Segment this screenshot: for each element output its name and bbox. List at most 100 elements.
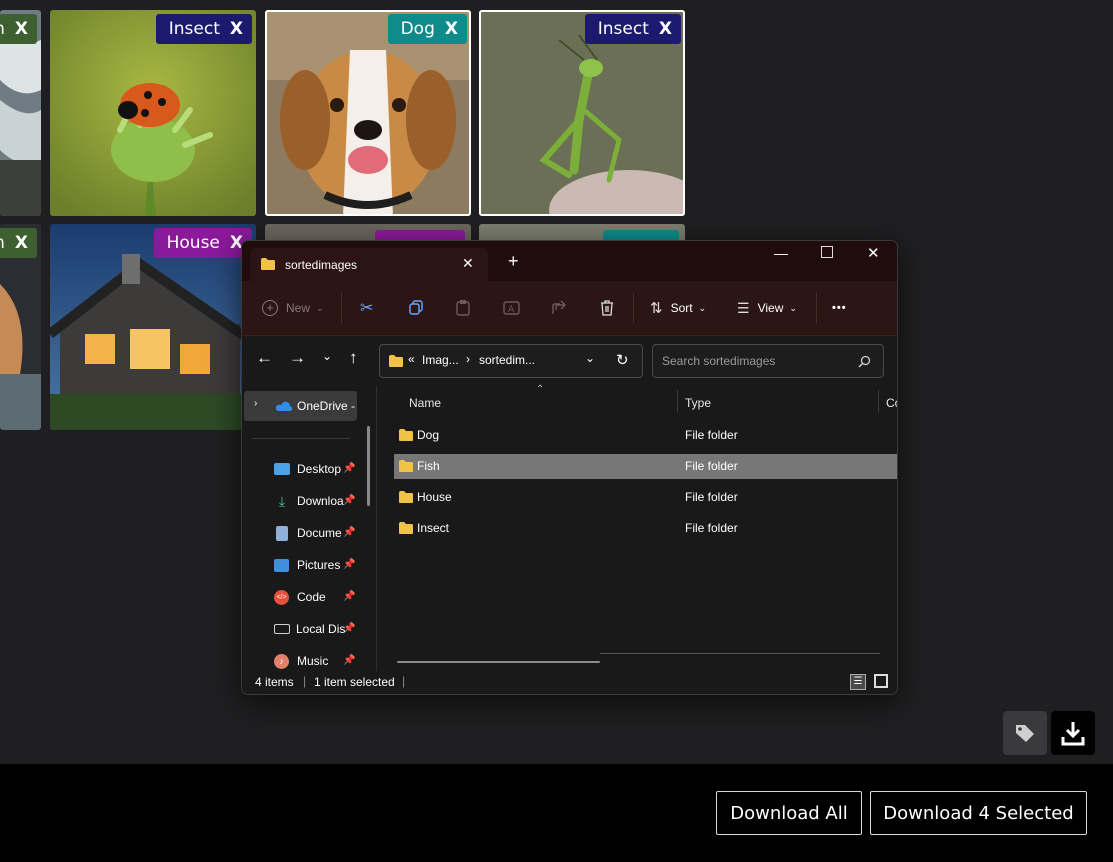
new-tab-button[interactable]: + [508,251,519,272]
chevron-down-icon: ⌄ [316,302,324,313]
breadcrumb-images[interactable]: Imag... [422,353,459,367]
sort-button[interactable]: ⇅ Sort ⌄ [650,281,706,335]
sidebar-item-code[interactable]: </> Code [274,587,326,607]
breadcrumb-sortedimages[interactable]: sortedim... [479,353,535,367]
file-type: File folder [685,459,738,473]
pin-icon: 📌 [343,463,356,474]
search-input[interactable]: Search sortedimages [662,354,775,368]
image-tile-fish-2[interactable]: hX [0,224,41,430]
address-bar[interactable]: « Imag... › sortedim... ⌄ ↻ [379,344,643,378]
nav-scrollbar[interactable] [367,426,370,506]
download-selected-button[interactable]: Download 4 Selected [870,791,1087,835]
pin-icon: 📌 [343,655,356,666]
remove-tag-button[interactable]: X [445,19,458,39]
close-window-icon[interactable]: ✕ [867,244,880,262]
paste-icon[interactable] [455,281,471,335]
download-button[interactable] [1051,711,1095,755]
close-tab-icon[interactable]: ✕ [462,255,474,272]
up-arrow-icon[interactable]: ↑ [349,348,358,368]
status-separator: | [402,674,406,688]
status-bar: 4 items | 1 item selected | ☰ [242,671,897,694]
navigation-row: ← → ⌄ ↑ « Imag... › sortedim... ⌄ ↻ Sear… [242,336,897,386]
folder-icon [399,460,413,472]
music-icon: ♪ [274,653,289,669]
folder-icon [389,355,403,367]
pin-icon: 📌 [343,623,356,634]
sort-ascending-icon: ⌃ [536,384,545,395]
breadcrumb-overflow[interactable]: « [408,352,415,366]
tag-badge: House X [153,228,252,258]
sidebar-item-desktop[interactable]: Desktop [274,459,341,479]
share-icon[interactable] [551,281,569,335]
remove-tag-button[interactable]: X [15,19,28,39]
folder-icon [399,522,413,534]
view-button[interactable]: ☰ View ⌄ [737,281,797,335]
see-more-button[interactable]: ••• [832,281,847,335]
sidebar-item-documents[interactable]: Docume [274,523,342,543]
tag-badge: hX [0,14,37,44]
chevron-right-icon: › [254,398,258,409]
sidebar-item-downloads[interactable]: ⤓ Downloa [274,491,344,511]
file-type: File folder [685,521,738,535]
sidebar-item-music[interactable]: ♪ Music [274,651,328,671]
image-tile-fish-1[interactable]: hX [0,10,41,216]
minimize-icon[interactable]: — [774,245,788,261]
file-explorer-window: sortedimages ✕ + — ✕ + New ⌄ ✂ A ⇅ Sort … [241,240,898,695]
code-icon: </> [274,589,289,605]
pictures-icon [274,558,289,572]
sidebar-item-onedrive[interactable]: › OneDrive - [244,391,357,421]
toolbar-separator [633,293,634,323]
tags-icon [1016,725,1034,742]
item-count: 4 items [255,675,294,689]
remove-tag-button[interactable]: X [230,19,243,39]
column-divider[interactable] [677,390,678,412]
forward-arrow-icon[interactable]: → [289,348,306,368]
file-row-fish[interactable]: Fish File folder [394,454,897,479]
file-row-dog[interactable]: Dog File folder [394,423,897,448]
tab-sortedimages[interactable]: sortedimages ✕ [250,248,488,281]
back-arrow-icon[interactable]: ← [256,348,273,368]
delete-icon[interactable] [599,281,615,335]
new-button[interactable]: + New ⌄ [262,281,324,335]
pin-icon: 📌 [343,559,356,570]
title-bar: sortedimages ✕ + — ✕ [242,241,897,281]
pane-divider[interactable] [376,386,377,671]
horizontal-scrollbar[interactable] [397,661,600,663]
file-row-house[interactable]: House File folder [394,485,897,510]
pin-icon: 📌 [343,495,356,506]
file-list: ⌃ Name Type Co Dog File folder Fish File… [380,384,897,671]
remove-tag-button[interactable]: X [15,233,28,253]
desktop-icon [274,463,290,475]
file-name: Fish [417,459,440,473]
remove-tag-button[interactable]: X [659,19,672,39]
recent-locations-chevron-icon[interactable]: ⌄ [322,349,332,363]
rename-icon[interactable]: A [503,281,521,335]
image-tile-ladybug[interactable]: Insect X [50,10,256,216]
image-tile-dog[interactable]: Dog X [265,10,471,216]
pin-icon: 📌 [343,527,356,538]
tiles-view-icon[interactable] [874,674,888,688]
refresh-icon[interactable]: ↻ [616,351,629,369]
folder-icon [399,491,413,503]
image-tile-mantis[interactable]: Insect X [479,10,685,216]
chevron-down-icon[interactable]: ⌄ [585,351,595,365]
cut-icon[interactable]: ✂ [360,281,373,335]
copy-icon[interactable] [408,281,424,335]
sort-icon: ⇅ [650,300,663,317]
details-view-icon[interactable]: ☰ [850,674,866,690]
column-header-type[interactable]: Type [685,396,711,410]
sidebar-item-local-disk[interactable]: Local Dis [274,619,345,639]
column-header-extra[interactable]: Co [886,396,897,410]
tag-badge: Insect X [584,14,681,44]
search-box[interactable]: Search sortedimages [652,344,884,378]
sidebar-item-pictures[interactable]: Pictures [274,555,340,575]
download-icon [1061,722,1085,746]
file-row-insect[interactable]: Insect File folder [394,516,897,541]
download-all-button[interactable]: Download All [716,791,862,835]
search-icon [858,355,871,368]
column-divider[interactable] [878,390,879,412]
column-header-name[interactable]: Name [409,396,441,410]
image-tile-house[interactable]: House X [50,224,256,430]
maximize-icon[interactable] [821,246,833,258]
tag-manager-button[interactable] [1003,711,1047,755]
